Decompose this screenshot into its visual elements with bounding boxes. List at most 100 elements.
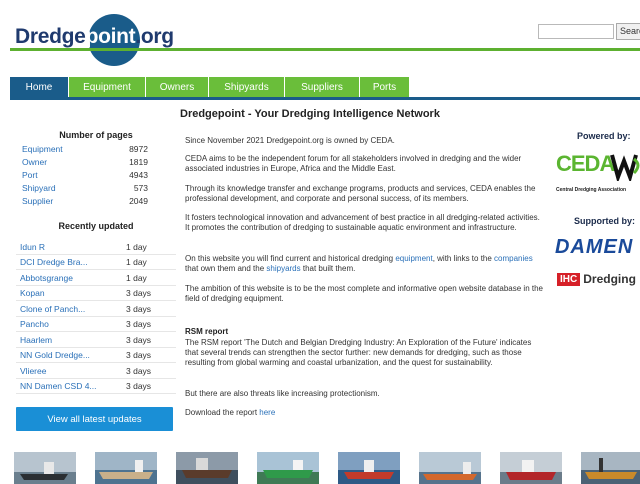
ship-thumbnail[interactable] [14,452,76,484]
stat-label[interactable]: Owner [22,157,47,169]
nav-suppliers[interactable]: Suppliers [285,77,360,97]
update-name[interactable]: NN Gold Dredge... [20,350,90,360]
text: On this website you will find current an… [185,254,396,263]
companies-link[interactable]: companies [494,254,533,263]
page-title: Dredgepoint - Your Dredging Intelligence… [180,108,440,120]
rsm-paragraph: The RSM report 'The Dutch and Belgian Dr… [185,338,532,367]
stat-value: 2049 [129,196,148,206]
search-input[interactable] [538,24,614,39]
nav-home[interactable]: Home [10,77,69,97]
ceda-logo[interactable]: CEDA Central Dredging Association [556,151,640,201]
nav-shipyards[interactable]: Shipyards [209,77,285,97]
update-age: 3 days [126,319,152,329]
text: Download the report [185,408,260,417]
stat-value: 573 [133,183,148,193]
stat-row-shipyard: Shipyard 573 [22,183,148,195]
powered-by-label: Powered by: [577,131,631,141]
logo-part-dredge: Dredge [15,25,86,48]
update-name[interactable]: Abbotsgrange [20,273,73,283]
ship-image [500,452,562,484]
threats-paragraph: But there are also threats like increasi… [185,389,380,398]
stat-row-supplier: Supplier 2049 [22,196,148,208]
stat-row-port: Port 4943 [22,170,148,182]
pages-heading: Number of pages [59,130,133,140]
update-name[interactable]: Idun R [20,242,45,252]
page: Dredgepoint.org Search Home Equipment Ow… [0,0,640,484]
logo-text: Dredgepoint.org [15,26,174,47]
update-age: 3 days [126,288,152,298]
ship-thumbnail[interactable] [95,452,157,484]
ship-image [338,452,400,484]
list-item[interactable]: Vlieree 3 days [16,364,176,379]
logo-part-point: point [85,25,136,48]
stat-value: 1819 [129,157,148,167]
ship-thumbnail[interactable] [257,452,319,484]
list-item[interactable]: Pancho 3 days [16,317,176,332]
ship-image [14,452,76,484]
stat-label[interactable]: Equipment [22,144,63,156]
update-age: 3 days [126,335,152,345]
update-age: 3 days [126,366,152,376]
stat-value: 8972 [129,144,148,154]
ihc-logo[interactable]: IHC Dredging [557,272,636,286]
ship-image [257,452,319,484]
search-button[interactable]: Search [616,23,640,40]
ship-thumbnail[interactable] [338,452,400,484]
nav-equipment[interactable]: Equipment [69,77,146,97]
update-name[interactable]: Haarlem [20,335,52,345]
view-all-updates-button[interactable]: View all latest updates [16,407,173,431]
update-name[interactable]: Clone of Panch... [20,304,85,314]
update-age: 3 days [126,381,152,391]
nav-ports[interactable]: Ports [360,77,410,97]
equipment-link[interactable]: equipment [395,254,432,263]
nav-owners[interactable]: Owners [146,77,209,97]
rsm-heading: RSM report [185,327,229,336]
stat-row-owner: Owner 1819 [22,157,148,169]
stat-label[interactable]: Port [22,170,38,182]
update-age: 1 day [126,273,147,283]
damen-logo[interactable]: DAMEN [555,236,633,259]
text: that own them and the [185,264,267,273]
update-name[interactable]: Vlieree [20,366,46,376]
intro-paragraph: Since November 2021 Dredgepoint.org is o… [185,136,395,145]
ceda-subtitle: Central Dredging Association [556,187,627,193]
ship-image [95,452,157,484]
list-item[interactable]: DCI Dredge Bra... 1 day [16,255,176,270]
update-name[interactable]: Kopan [20,288,45,298]
ship-thumbnail[interactable] [419,452,481,484]
update-name[interactable]: DCI Dredge Bra... [20,257,88,267]
list-item[interactable]: NN Gold Dredge... 3 days [16,348,176,363]
knowledge-paragraph: Through its knowledge transfer and excha… [185,184,536,203]
ship-thumbnail[interactable] [176,452,238,484]
download-link[interactable]: here [259,408,275,417]
ihc-wordmark: Dredging [583,272,636,286]
update-name[interactable]: Pancho [20,319,49,329]
nav-underline [10,97,640,100]
main-nav: Home Equipment Owners Shipyards Supplier… [10,77,410,97]
list-item[interactable]: Idun R 1 day [16,240,176,255]
stat-label[interactable]: Supplier [22,196,53,208]
ceda-wordmark: CEDA [556,151,615,176]
list-item[interactable]: Clone of Panch... 3 days [16,302,176,317]
update-name[interactable]: NN Damen CSD 4... [20,381,97,391]
website-paragraph: On this website you will find current an… [185,254,545,274]
stat-row-equipment: Equipment 8972 [22,144,148,156]
update-age: 3 days [126,350,152,360]
ship-thumbnail[interactable] [500,452,562,484]
list-item[interactable]: Abbotsgrange 1 day [16,271,176,286]
ihc-mark: IHC [557,272,581,286]
logo-part-org: .org [135,25,174,48]
shipyards-link[interactable]: shipyards [266,264,300,273]
text: , with links to the [432,254,495,263]
ambition-paragraph: The ambition of this website is to be th… [185,284,543,303]
innovation-paragraph: It fosters technological innovation and … [185,213,540,232]
list-item[interactable]: Kopan 3 days [16,286,176,301]
list-item[interactable]: NN Damen CSD 4... 3 days [16,379,176,394]
ship-thumbnail[interactable] [581,452,640,484]
ceda-emblem-icon [610,154,640,181]
update-age: 1 day [126,242,147,252]
ship-image [176,452,238,484]
stat-label[interactable]: Shipyard [22,183,56,195]
list-item[interactable]: Haarlem 3 days [16,333,176,348]
download-paragraph: Download the report here [185,408,545,418]
